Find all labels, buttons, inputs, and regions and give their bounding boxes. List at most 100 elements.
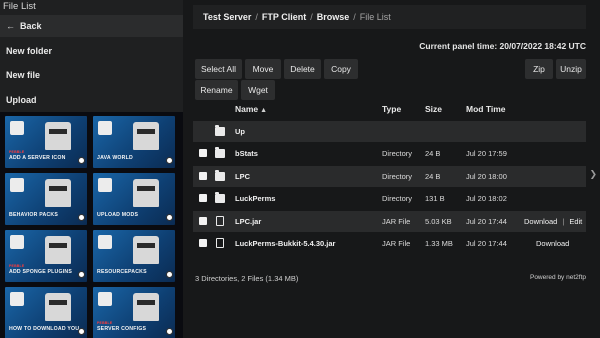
edit-link[interactable]: Edit	[569, 217, 582, 226]
file-type: Directory	[382, 149, 413, 158]
play-badge-icon	[78, 157, 85, 164]
thumbnail-symbol-icon	[10, 121, 24, 135]
select-all-button[interactable]: Select All	[195, 59, 242, 79]
thumbnail-brand: PEBBLE	[97, 321, 113, 325]
table-row[interactable]: LuckPerms Directory 131 B Jul 20 18:02	[193, 188, 586, 209]
thumbnail-symbol-icon	[10, 292, 24, 306]
file-name[interactable]: LuckPerms	[235, 194, 275, 203]
powered-by: Powered by net2ftp	[529, 274, 586, 281]
row-checkbox[interactable]	[199, 239, 207, 247]
breadcrumb: Test Server / FTP Client / Browse / File…	[193, 5, 586, 29]
row-checkbox[interactable]	[199, 216, 207, 225]
thumbnail-caption: ADD SPONGE PLUGINS	[9, 269, 72, 275]
download-link[interactable]: Download	[536, 239, 569, 248]
character-image	[45, 293, 71, 321]
thumbnail-caption: SERVER CONFIGS	[97, 326, 147, 332]
table-row[interactable]: LuckPerms-Bukkit-5.4.30.jar JAR File 1.33 …	[193, 233, 586, 254]
new-file-label: New file	[6, 70, 41, 80]
file-size: 24 B	[425, 171, 441, 181]
column-name-label: Name	[235, 104, 259, 114]
file-name[interactable]: LPC	[235, 172, 250, 181]
unzip-button[interactable]: Unzip	[556, 59, 586, 79]
row-actions: Download	[536, 239, 569, 248]
file-type: JAR File	[382, 239, 411, 248]
column-mod-time[interactable]: Mod Time	[466, 104, 506, 114]
thumbnail-caption: ADD A SERVER ICON	[9, 155, 66, 161]
up-row[interactable]: Up	[193, 121, 586, 142]
thumbnail-brand: PEBBLE	[9, 264, 25, 268]
tutorial-thumbnail[interactable]: RESOURCEPACKS	[93, 230, 175, 282]
file-size: 1.33 MB	[425, 239, 453, 248]
new-file-button[interactable]: New file	[0, 64, 183, 86]
play-badge-icon	[78, 214, 85, 221]
file-size: 5.03 KB	[425, 216, 452, 226]
folder-icon	[215, 147, 225, 158]
new-folder-button[interactable]: New folder	[0, 40, 183, 62]
delete-button[interactable]: Delete	[284, 59, 321, 79]
upload-button[interactable]: Upload	[0, 89, 183, 111]
row-checkbox[interactable]	[199, 171, 207, 180]
tutorial-thumbnail[interactable]: PEBBLE ADD A SERVER ICON	[5, 116, 87, 168]
wget-button[interactable]: Wget	[241, 80, 275, 100]
file-type: Directory	[382, 194, 413, 203]
thumbnail-symbol-icon	[98, 178, 112, 192]
up-label[interactable]: Up	[235, 127, 245, 136]
column-type[interactable]: Type	[382, 104, 401, 114]
breadcrumb-browse[interactable]: Browse	[317, 12, 350, 22]
tutorial-thumbnail-grid: PEBBLE ADD A SERVER ICON JAVA WORLD BEHAVIO…	[0, 112, 183, 338]
breadcrumb-separator: /	[255, 12, 258, 22]
character-image	[133, 179, 159, 207]
file-type: Directory	[382, 171, 413, 181]
thumbnail-symbol-icon	[10, 235, 24, 249]
folder-icon	[215, 169, 225, 181]
play-badge-icon	[166, 214, 173, 221]
folder-icon	[215, 192, 225, 203]
table-row[interactable]: LPC Directory 24 B Jul 20 18:00	[193, 165, 586, 187]
copy-button[interactable]: Copy	[324, 59, 358, 79]
tutorial-thumbnail[interactable]: UPLOAD MODS	[93, 173, 175, 225]
tutorial-thumbnail[interactable]: PEBBLE ADD SPONGE PLUGINS	[5, 230, 87, 282]
sidebar: File List ← Back New folder New file Upl…	[0, 0, 183, 338]
column-name[interactable]: Name ▲	[235, 104, 267, 114]
zip-button[interactable]: Zip	[525, 59, 553, 79]
file-mod-time: Jul 20 17:44	[466, 239, 507, 248]
table-row[interactable]: LPC.jar JAR File 5.03 KB Jul 20 17:44 Downlo…	[193, 210, 586, 232]
download-link[interactable]: Download	[524, 217, 557, 226]
file-name[interactable]: bStats	[235, 149, 258, 158]
file-mod-time: Jul 20 17:59	[466, 149, 507, 158]
move-button[interactable]: Move	[245, 59, 281, 79]
tutorial-thumbnail[interactable]: BEHAVIOR PACKS	[5, 173, 87, 225]
breadcrumb-current: File List	[359, 12, 391, 22]
file-name[interactable]: LuckPerms-Bukkit-5.4.30.jar	[235, 239, 335, 248]
column-size[interactable]: Size	[425, 104, 442, 114]
file-name[interactable]: LPC.jar	[235, 217, 261, 226]
tutorial-thumbnail[interactable]: JAVA WORLD	[93, 116, 175, 168]
tutorial-thumbnail[interactable]: HOW TO DOWNLOAD YOUR WORLD	[5, 287, 87, 338]
rename-button[interactable]: Rename	[195, 80, 238, 100]
thumbnail-symbol-icon	[98, 292, 112, 306]
row-checkbox[interactable]	[199, 149, 207, 157]
file-size: 24 B	[425, 149, 441, 158]
file-icon	[216, 238, 224, 248]
back-button[interactable]: ← Back	[0, 15, 183, 37]
character-image	[133, 293, 159, 321]
back-label: Back	[20, 21, 42, 31]
directory-summary: 3 Directories, 2 Files (1.34 MB)	[195, 274, 299, 283]
tutorial-thumbnail[interactable]: PEBBLE SERVER CONFIGS	[93, 287, 175, 338]
arrow-left-icon: ←	[6, 21, 15, 31]
row-checkbox[interactable]	[199, 194, 207, 202]
breadcrumb-ftp-client[interactable]: FTP Client	[262, 12, 306, 22]
breadcrumb-test-server[interactable]: Test Server	[203, 12, 251, 22]
thumbnail-brand: PEBBLE	[9, 150, 25, 154]
file-size: 131 B	[425, 194, 445, 203]
play-badge-icon	[78, 328, 85, 335]
thumbnail-caption: UPLOAD MODS	[97, 212, 139, 218]
chevron-right-icon[interactable]: ❯	[589, 169, 597, 180]
character-image	[45, 122, 71, 150]
character-image	[133, 122, 159, 150]
character-image	[133, 236, 159, 264]
play-badge-icon	[166, 157, 173, 164]
table-row[interactable]: bStats Directory 24 B Jul 20 17:59	[193, 143, 586, 164]
file-type: JAR File	[382, 216, 411, 226]
character-image	[45, 179, 71, 207]
